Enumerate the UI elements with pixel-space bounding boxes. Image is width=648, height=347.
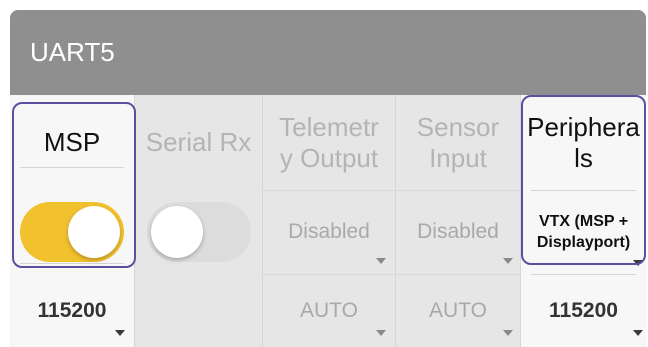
telemetry-select[interactable]: Disabled xyxy=(263,190,395,274)
peripherals-baud-value: 115200 xyxy=(549,298,618,322)
msp-baud-value: 115200 xyxy=(37,298,107,322)
chevron-down-icon xyxy=(115,330,125,336)
telemetry-baud-select[interactable]: AUTO xyxy=(263,274,395,347)
sensor-header-label: Sensor Input xyxy=(416,111,500,173)
telemetry-header: Telemetr y Output xyxy=(263,95,395,190)
telemetry-header-label: Telemetr y Output xyxy=(279,111,379,173)
sensor-value: Disabled xyxy=(417,220,499,243)
sensor-column: Sensor Input Disabled AUTO xyxy=(396,95,520,347)
chevron-down-icon xyxy=(503,258,513,264)
telemetry-value: Disabled xyxy=(288,220,370,243)
peripherals-highlight-box xyxy=(521,95,646,265)
serial-rx-column: Serial Rx xyxy=(135,95,262,347)
serial-rx-toggle-cell xyxy=(135,190,262,274)
serial-rx-toggle[interactable] xyxy=(146,202,251,262)
telemetry-column: Telemetr y Output Disabled AUTO xyxy=(263,95,395,347)
chevron-down-icon xyxy=(376,330,386,336)
msp-baud-select[interactable]: 115200 xyxy=(10,274,134,347)
chevron-down-icon xyxy=(376,258,386,264)
serial-rx-header: Serial Rx xyxy=(135,95,262,190)
sensor-baud-value: AUTO xyxy=(429,298,487,322)
sensor-baud-select[interactable]: AUTO xyxy=(396,274,520,347)
sensor-select[interactable]: Disabled xyxy=(396,190,520,274)
serial-rx-header-label: Serial Rx xyxy=(145,127,252,157)
telemetry-baud-value: AUTO xyxy=(300,298,358,322)
port-title: UART5 xyxy=(10,10,646,95)
sensor-header: Sensor Input xyxy=(396,95,520,190)
chevron-down-icon xyxy=(633,330,643,336)
peripherals-baud-select[interactable]: 115200 xyxy=(521,274,646,347)
msp-highlight-box xyxy=(12,102,136,268)
chevron-down-icon xyxy=(503,330,513,336)
toggle-knob xyxy=(150,206,203,258)
